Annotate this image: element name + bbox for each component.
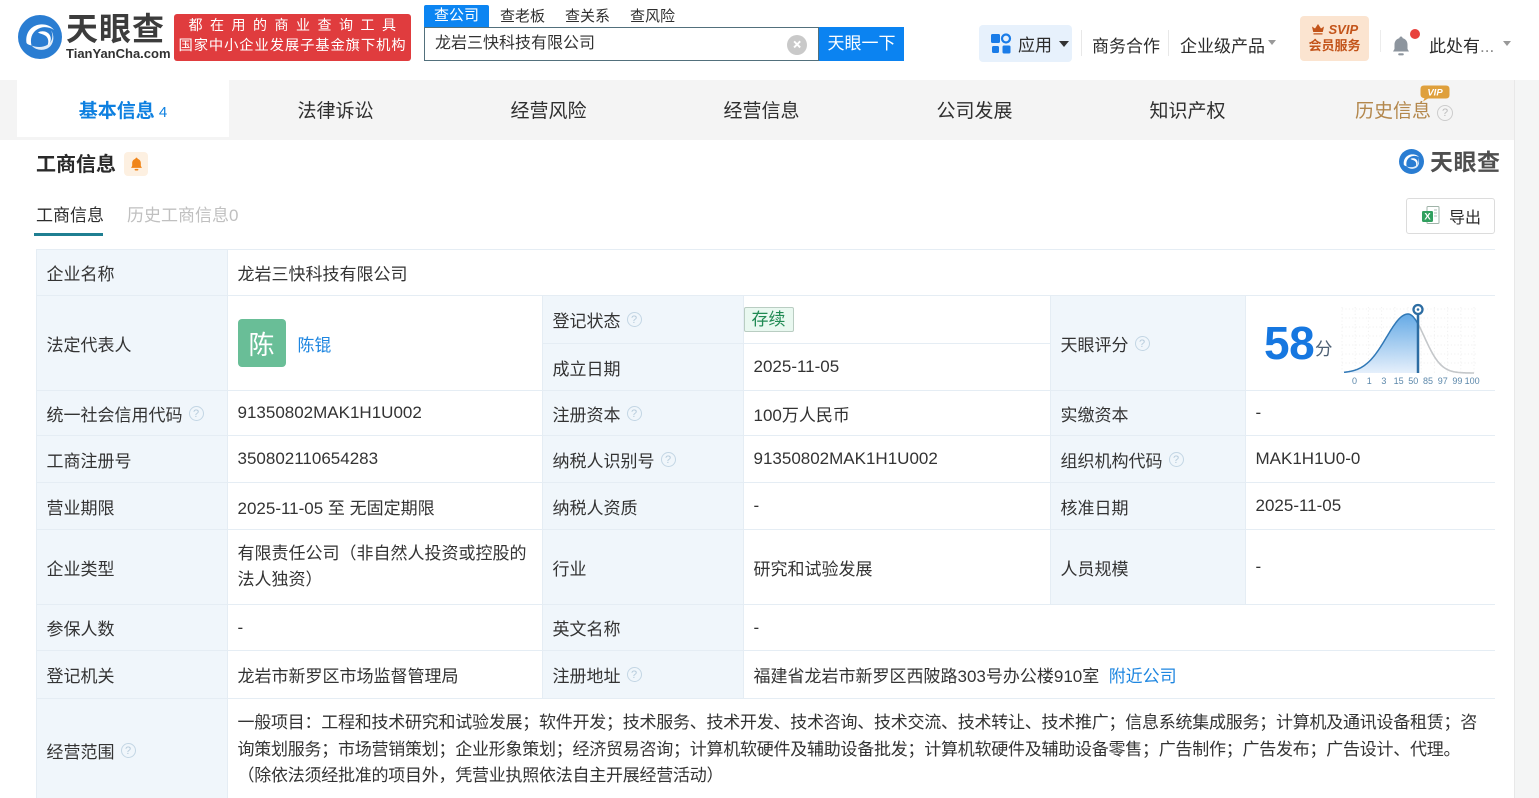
svg-text:85: 85 <box>1423 376 1433 386</box>
svg-text:99: 99 <box>1452 376 1462 386</box>
svg-text:0: 0 <box>1352 376 1357 386</box>
svg-text:50: 50 <box>1408 376 1418 386</box>
svg-text:100: 100 <box>1465 376 1480 386</box>
svg-text:97: 97 <box>1438 376 1448 386</box>
svg-text:3: 3 <box>1381 376 1386 386</box>
svg-text:1: 1 <box>1367 376 1372 386</box>
svg-text:X: X <box>1424 212 1431 223</box>
svg-text:15: 15 <box>1394 376 1404 386</box>
svg-text:VIP: VIP <box>1427 88 1443 99</box>
